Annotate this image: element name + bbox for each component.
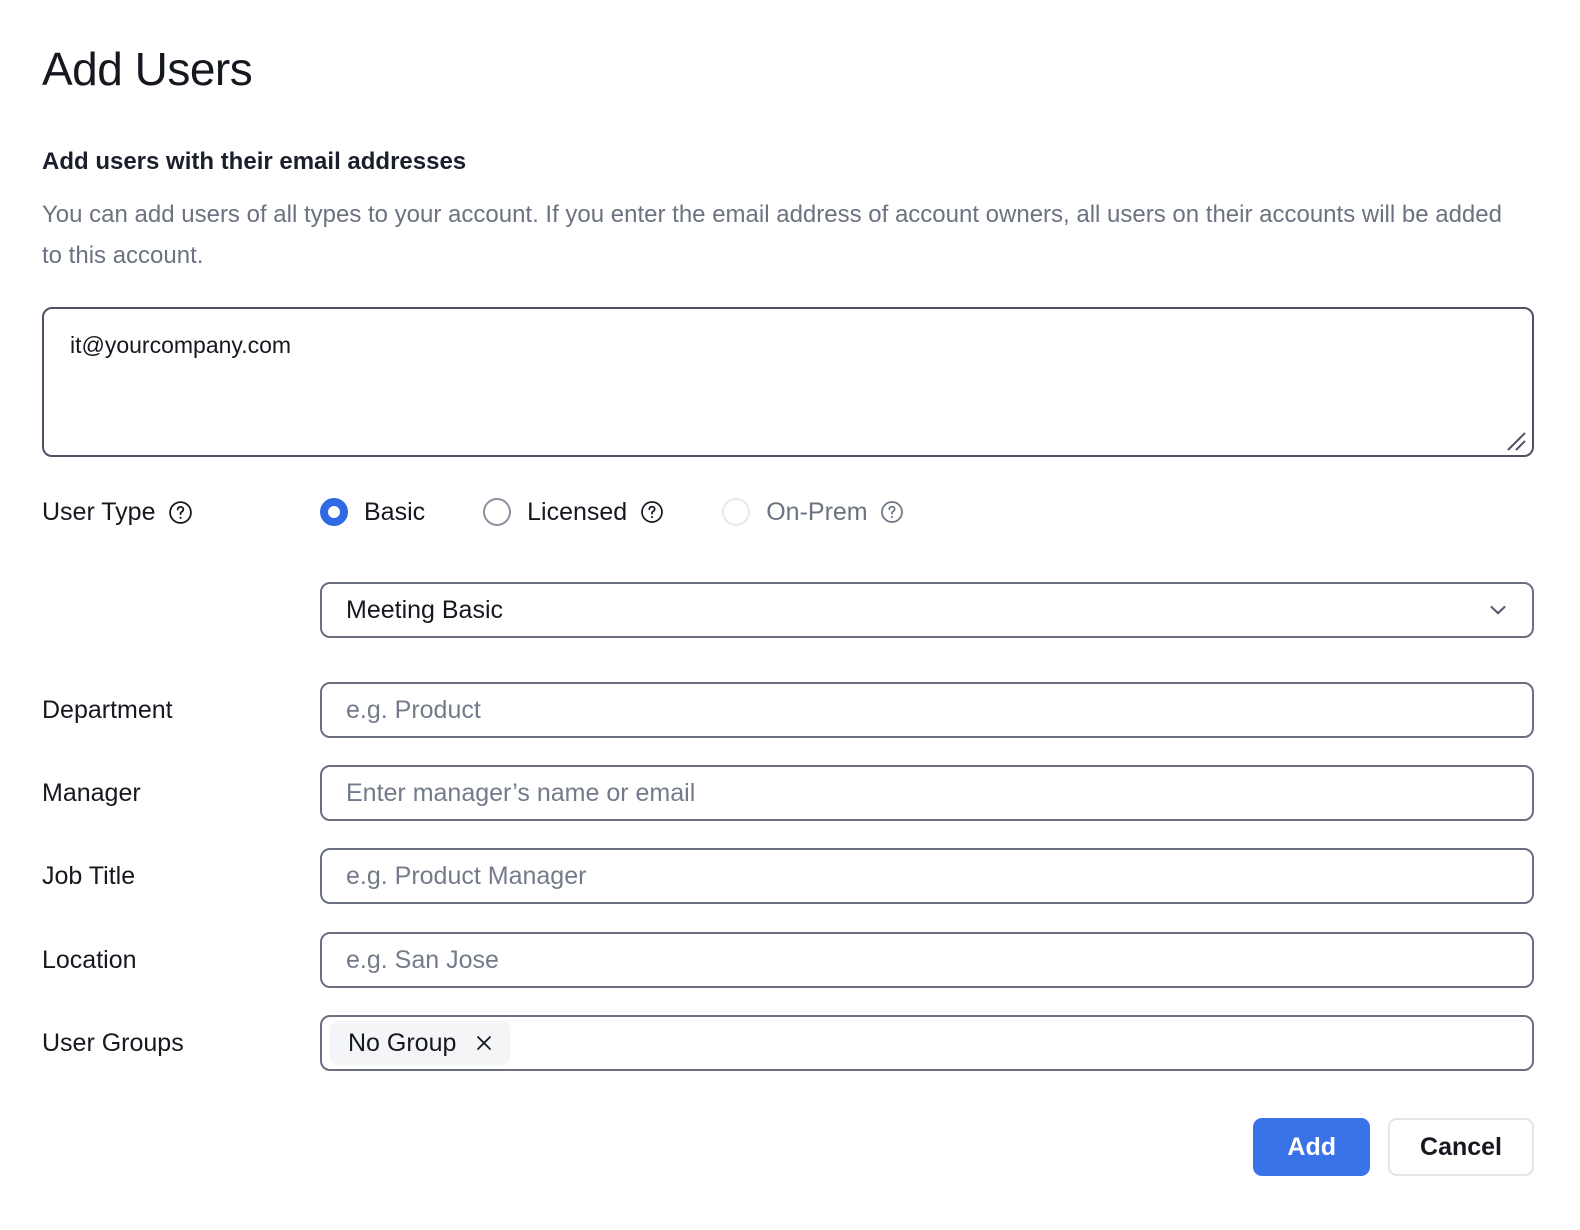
plan-select-row: Meeting Basic <box>320 582 1534 638</box>
manager-input[interactable]: Enter manager’s name or email <box>320 765 1534 821</box>
user-type-radio-group: Basic Licensed On-Prem <box>320 492 905 532</box>
manager-placeholder: Enter manager’s name or email <box>346 781 695 806</box>
plan-select-value: Meeting Basic <box>346 598 503 623</box>
section-title: Add users with their email addresses <box>42 148 466 177</box>
user-groups-input[interactable]: No Group <box>320 1015 1534 1071</box>
plan-select[interactable]: Meeting Basic <box>320 582 1534 638</box>
cancel-button[interactable]: Cancel <box>1388 1118 1534 1176</box>
department-placeholder: e.g. Product <box>346 698 481 723</box>
location-placeholder: e.g. San Jose <box>346 948 499 973</box>
section-description: You can add users of all types to your a… <box>42 194 1512 276</box>
user-group-chip[interactable]: No Group <box>330 1021 510 1065</box>
field-label-manager: Manager <box>42 781 320 806</box>
job-title-placeholder: e.g. Product Manager <box>346 864 586 889</box>
field-label-location: Location <box>42 948 320 973</box>
field-label-user-groups: User Groups <box>42 1031 320 1056</box>
field-row-manager: Manager Enter manager’s name or email <box>42 765 1534 821</box>
field-row-job-title: Job Title e.g. Product Manager <box>42 848 1534 904</box>
location-input[interactable]: e.g. San Jose <box>320 932 1534 988</box>
close-icon[interactable] <box>474 1033 494 1053</box>
help-circle-icon[interactable] <box>168 500 193 525</box>
radio-indicator-licensed[interactable] <box>483 498 511 526</box>
user-type-label: User Type <box>42 500 155 525</box>
help-circle-icon[interactable] <box>639 500 664 525</box>
chevron-down-icon[interactable] <box>1486 598 1510 622</box>
dialog-footer: Add Cancel <box>42 1118 1534 1176</box>
radio-option-basic[interactable]: Basic <box>320 498 425 526</box>
radio-option-on-prem: On-Prem <box>722 498 904 526</box>
field-row-user-groups: User Groups No Group <box>42 1015 1534 1071</box>
page-title: Add Users <box>42 44 252 95</box>
user-group-chip-label: No Group <box>348 1031 456 1056</box>
radio-indicator-basic[interactable] <box>320 498 348 526</box>
add-users-dialog: Add Users Add users with their email add… <box>0 0 1580 1230</box>
field-row-location: Location e.g. San Jose <box>42 932 1534 988</box>
radio-label-licensed: Licensed <box>527 500 627 525</box>
field-row-department: Department e.g. Product <box>42 682 1534 738</box>
radio-option-licensed[interactable]: Licensed <box>483 498 664 526</box>
department-input[interactable]: e.g. Product <box>320 682 1534 738</box>
field-label-department: Department <box>42 698 320 723</box>
job-title-input[interactable]: e.g. Product Manager <box>320 848 1534 904</box>
radio-indicator-on-prem <box>722 498 750 526</box>
radio-label-basic: Basic <box>364 500 425 525</box>
radio-label-on-prem: On-Prem <box>766 500 867 525</box>
user-type-label-group: User Type <box>42 492 193 532</box>
email-addresses-textarea[interactable] <box>42 307 1534 457</box>
field-label-job-title: Job Title <box>42 864 320 889</box>
help-circle-icon[interactable] <box>880 500 905 525</box>
add-button[interactable]: Add <box>1253 1118 1370 1176</box>
